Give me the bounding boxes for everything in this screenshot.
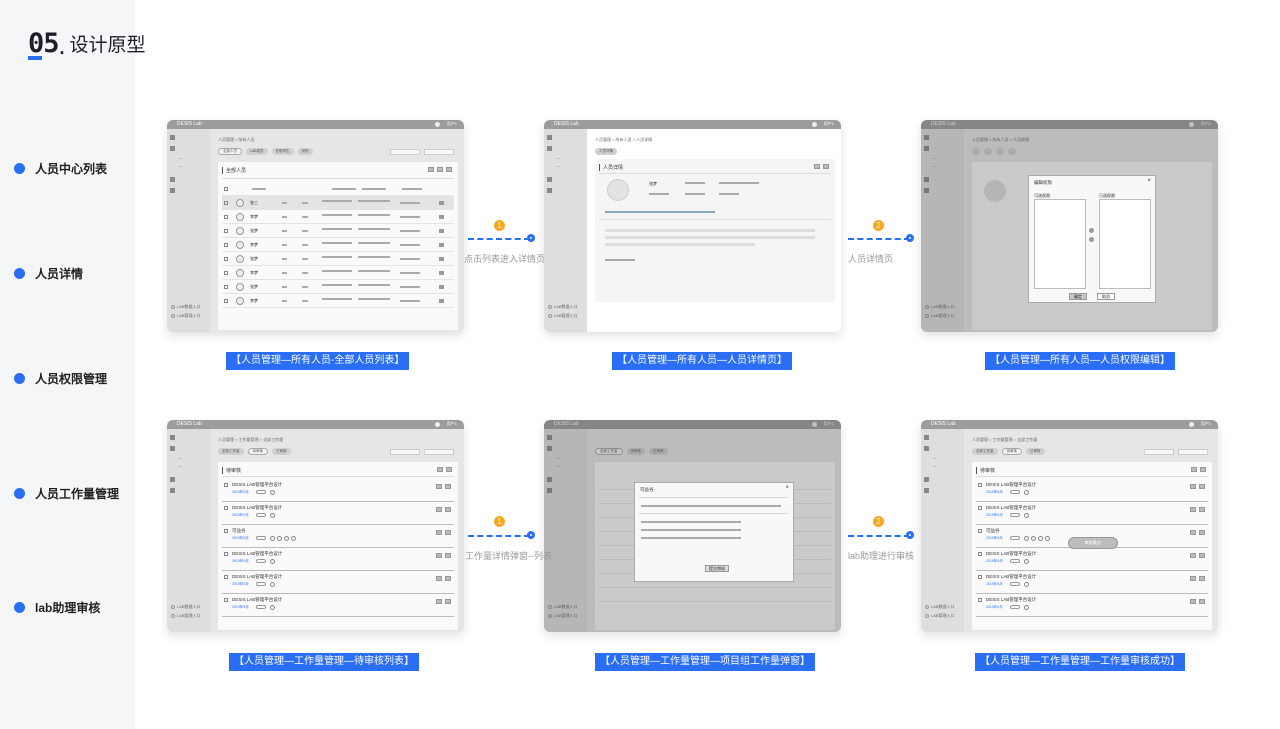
app-sidebar: — — LAB数据入口 LAB管理入口 (167, 129, 210, 332)
success-toast: 审核通过! (1068, 537, 1118, 549)
step-badge: 1 (494, 220, 505, 231)
bullet-icon (14, 268, 25, 279)
connector-end-icon (906, 234, 914, 242)
breadcrumb: 人员管理 > 所有人员 > 人员详情 (595, 137, 653, 142)
connector-end-icon (527, 531, 535, 539)
project-workload-modal: 可益谷 × 提交审核 (634, 482, 794, 582)
connector-end-icon (906, 531, 914, 539)
avatar (607, 179, 629, 201)
list-item[interactable]: DESIS LAB管理平台设计 2019年9月 (222, 572, 454, 594)
caption-person-detail: 【人员管理—所有人员—人员详情页】 (612, 352, 792, 370)
permission-modal: 编辑权限 × 可选权限 已选权限 确定 取消 (1028, 175, 1156, 303)
connector-label: 人员详情页 (848, 254, 894, 264)
section-title: 设计原型 (69, 35, 146, 56)
list-card: 全部人员 张三 李梦 张梦 李梦 张梦 李梦 张梦 李梦 (218, 162, 458, 330)
tab-other[interactable]: 其他 (297, 148, 313, 155)
caption-pending: 【人员管理—工作量管理—待审核列表】 (229, 653, 419, 671)
nav-item-person-list[interactable]: 人员中心列表 (14, 160, 107, 177)
tab-all[interactable]: 全部人员 (218, 148, 242, 155)
avatar (435, 122, 440, 127)
screenshot-review-success[interactable]: DESIS Lab 用户1 — — LAB数据入口 LAB管理入口 人员管理 > 工… (921, 420, 1218, 632)
tab-lab[interactable]: LAB成员 (246, 148, 268, 155)
screenshot-project-popup[interactable]: DESIS Lab 用户1 — — LAB数据入口 LAB管理入口 全部工作量 待审核… (544, 420, 841, 632)
nav-item-workload[interactable]: 人员工作量管理 (14, 485, 119, 502)
tab-detail[interactable]: 人员详情 (595, 148, 617, 155)
screenshot-person-list[interactable]: DESIS Lab 用户1 — — LAB数据入口 LAB管理入口 人员管理 > … (167, 120, 464, 332)
screenshot-person-detail[interactable]: DESIS Lab 用户1 — — LAB数据入口 LAB管理入口 人员管理 > 所… (544, 120, 841, 332)
step-badge: 2 (873, 220, 884, 231)
connector-label: lab助理进行审核 (848, 551, 915, 561)
flow-connector (468, 238, 530, 240)
section-dot: . (59, 38, 65, 58)
connector-label: 工作量详情弹窗--列表 (465, 551, 552, 561)
app-topbar: DESIS Lab 用户1 (167, 120, 464, 129)
list-item[interactable]: DESIS LAB管理平台设计 2019年9月 (222, 549, 454, 571)
nav-item-permission[interactable]: 人员权限管理 (14, 370, 107, 387)
close-icon[interactable]: × (785, 485, 789, 491)
caption-success: 【人员管理—工作量管理—工作量审核成功】 (975, 653, 1185, 671)
filter-select[interactable] (390, 149, 420, 155)
search-input[interactable] (424, 149, 454, 155)
step-badge: 2 (873, 516, 884, 527)
list-item[interactable]: 可益谷 2019年9月 (222, 526, 454, 548)
connector-label: 点击列表进入详情页 (464, 254, 546, 264)
flow-connector (848, 535, 910, 537)
left-panel (0, 0, 135, 729)
nav-item-lab-review[interactable]: lab助理审核 (14, 599, 100, 616)
caption-popup: 【人员管理—工作量管理—项目组工作量弹窗】 (595, 653, 815, 671)
step-badge: 1 (494, 516, 505, 527)
move-right-icon[interactable] (1089, 228, 1094, 233)
available-permissions[interactable] (1034, 199, 1086, 289)
caption-person-list: 【人员管理—所有人员-全部人员列表】 (226, 352, 410, 370)
confirm-button[interactable]: 确定 (1069, 293, 1087, 300)
submit-review-button[interactable]: 提交审核 (705, 565, 729, 572)
bullet-icon (14, 602, 25, 613)
breadcrumb: 人员管理 > 工作量管理 > 全部工作量 (218, 437, 284, 442)
bullet-icon (14, 163, 25, 174)
section-header: 05 . 设计原型 (28, 28, 146, 60)
selected-permissions[interactable] (1099, 199, 1151, 289)
list-item[interactable]: DESIS LAB管理平台设计 2019年9月 (222, 480, 454, 502)
screenshot-pending-review[interactable]: DESIS Lab 用户1 — — LAB数据入口 LAB管理入口 人员管理 > 工… (167, 420, 464, 632)
section-number: 05 (28, 28, 60, 60)
connector-end-icon (527, 234, 535, 242)
cancel-button[interactable]: 取消 (1097, 293, 1115, 300)
close-icon[interactable]: × (1147, 178, 1151, 184)
move-left-icon[interactable] (1089, 237, 1094, 242)
list-item[interactable]: DESIS LAB管理平台设计 2019年9月 (222, 595, 454, 617)
bullet-icon (14, 488, 25, 499)
list-item[interactable]: DESIS LAB管理平台设计 2019年9月 (222, 503, 454, 525)
flow-connector (848, 238, 910, 240)
bullet-icon (14, 373, 25, 384)
nav-item-person-detail[interactable]: 人员详情 (14, 265, 83, 282)
screenshot-permission-edit[interactable]: DESIS Lab 用户1 — — LAB数据入口 LAB管理入口 人员管理 > 所… (921, 120, 1218, 332)
tab-student[interactable]: 在职学生 (271, 148, 294, 155)
flow-connector (468, 535, 530, 537)
breadcrumb: 人员管理 > 所有人员 (218, 137, 255, 142)
caption-permission: 【人员管理—所有人员—人员权限编辑】 (985, 352, 1175, 370)
